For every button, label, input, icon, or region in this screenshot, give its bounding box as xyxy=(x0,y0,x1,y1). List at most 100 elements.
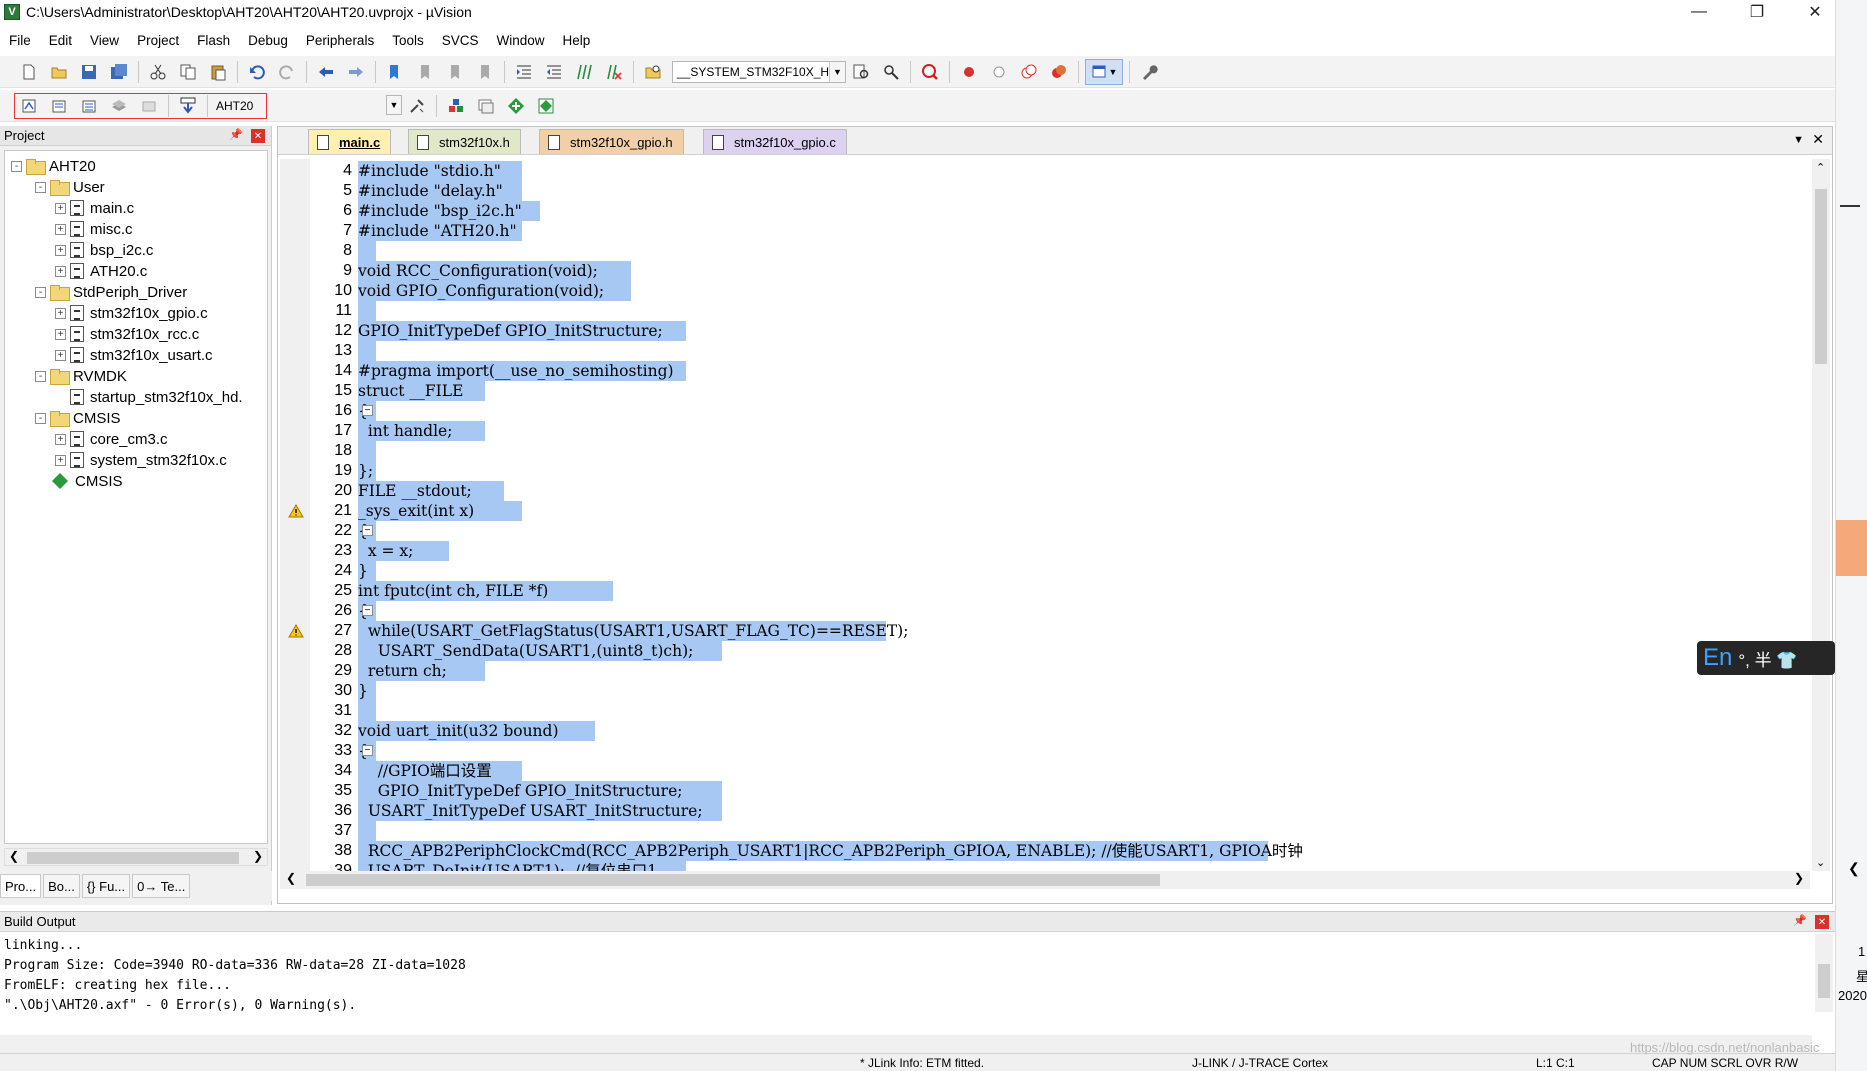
copy-icon[interactable] xyxy=(175,59,201,85)
collapse-icon[interactable]: - xyxy=(11,160,22,172)
tree-folder-stdperiph[interactable]: - StdPeriph_Driver xyxy=(35,281,187,303)
scroll-down-icon[interactable]: ⌄ xyxy=(1816,856,1825,869)
code-line[interactable]: RCC_APB2PeriphClockCmd(RCC_APB2Periph_US… xyxy=(358,841,1303,861)
expand-icon[interactable]: + xyxy=(55,307,66,319)
tree-file-system[interactable]: + system_stm32f10x.c xyxy=(55,449,227,471)
menu-svcs[interactable]: SVCS xyxy=(433,33,488,48)
debug-session-icon[interactable] xyxy=(917,59,943,85)
save-all-icon[interactable] xyxy=(106,59,132,85)
menu-view[interactable]: View xyxy=(81,33,128,48)
menu-project[interactable]: Project xyxy=(128,33,188,48)
menu-peripherals[interactable]: Peripherals xyxy=(297,33,383,48)
code-line[interactable]: return ch; xyxy=(358,661,486,681)
editor-horizontal-scrollbar[interactable]: ❮ ❯ xyxy=(280,871,1810,889)
tree-file-rcc-c[interactable]: + stm32f10x_rcc.c xyxy=(55,323,199,345)
configure-wrench-icon[interactable] xyxy=(1136,59,1162,85)
manage-project-items-icon[interactable] xyxy=(443,93,469,119)
open-folder-icon[interactable] xyxy=(46,59,72,85)
chevron-left-icon[interactable]: ❮ xyxy=(1848,860,1860,877)
cut-icon[interactable] xyxy=(145,59,171,85)
menu-file[interactable]: File xyxy=(0,33,40,48)
code-line[interactable]: USART_SendData(USART1,(uint8_t)ch); xyxy=(358,641,722,661)
indent-icon[interactable] xyxy=(511,59,537,85)
disable-breakpoint-icon[interactable] xyxy=(986,59,1012,85)
expand-icon[interactable]: + xyxy=(55,202,66,214)
code-line[interactable]: } xyxy=(358,561,377,581)
code-line[interactable]: //GPIO端口设置 xyxy=(358,761,522,781)
navigate-back-icon[interactable] xyxy=(313,59,339,85)
breakpoint-icon[interactable] xyxy=(956,59,982,85)
ime-language[interactable]: En xyxy=(1703,644,1732,672)
tree-folder-user[interactable]: - User xyxy=(35,176,105,198)
code-line[interactable]: #include "ATH20.h" xyxy=(358,221,522,241)
prev-bookmark-icon[interactable] xyxy=(412,59,438,85)
tree-file-usart-c[interactable]: + stm32f10x_usart.c xyxy=(55,344,213,366)
collapse-icon[interactable]: - xyxy=(35,370,46,382)
code-line[interactable] xyxy=(358,241,377,261)
ime-toolbar[interactable]: En °, 半 👕 xyxy=(1697,641,1835,675)
tree-folder-rvmdk[interactable]: - RVMDK xyxy=(35,365,127,387)
editor-vertical-scrollbar[interactable]: ⌃ ⌄ xyxy=(1812,159,1830,871)
new-file-icon[interactable] xyxy=(16,59,42,85)
scroll-right-icon[interactable]: ❯ xyxy=(253,849,263,863)
restore-button[interactable]: ❐ xyxy=(1728,0,1786,24)
menu-help[interactable]: Help xyxy=(554,33,600,48)
paste-icon[interactable] xyxy=(205,59,231,85)
window-layout-icon[interactable]: ▼ xyxy=(1085,58,1123,85)
fold-collapse-icon[interactable]: − xyxy=(362,745,373,756)
code-line[interactable] xyxy=(358,701,377,721)
select-packs-icon[interactable] xyxy=(473,93,499,119)
tab-stm32f10x-gpio-h[interactable]: stm32f10x_gpio.h xyxy=(539,129,684,154)
build-vertical-scrollbar[interactable] xyxy=(1815,934,1833,1012)
next-bookmark-icon[interactable] xyxy=(442,59,468,85)
target-options-icon[interactable] xyxy=(404,93,430,119)
scroll-left-icon[interactable]: ❮ xyxy=(9,849,19,863)
code-area[interactable]: #include "stdio.h" #include "delay.h" #inc… xyxy=(358,159,1798,871)
collapse-icon[interactable]: - xyxy=(35,412,46,424)
code-line[interactable]: GPIO_InitTypeDef GPIO_InitStructure; xyxy=(358,321,686,341)
code-line[interactable]: FILE __stdout; xyxy=(358,481,504,501)
code-line[interactable]: #pragma import(__use_no_semihosting) xyxy=(358,361,686,381)
tree-folder-cmsis[interactable]: - CMSIS xyxy=(35,407,121,429)
menu-window[interactable]: Window xyxy=(487,33,553,48)
uncomment-icon[interactable] xyxy=(601,59,627,85)
tab-stm32f10x-gpio-c[interactable]: stm32f10x_gpio.c xyxy=(703,129,847,154)
expand-icon[interactable]: + xyxy=(55,265,66,277)
menu-tools[interactable]: Tools xyxy=(383,33,433,48)
tab-project[interactable]: Pro... xyxy=(0,874,42,898)
pin-icon[interactable]: 📌 xyxy=(229,128,243,141)
tree-component-cmsis[interactable]: CMSIS xyxy=(51,470,123,492)
expand-icon[interactable]: + xyxy=(55,433,66,445)
fold-collapse-icon[interactable]: − xyxy=(362,605,373,616)
tab-main-c[interactable]: main.c xyxy=(308,129,392,154)
manage-rte-icon[interactable] xyxy=(503,93,529,119)
code-line[interactable]: void GPIO_Configuration(void); xyxy=(358,281,631,301)
code-line[interactable]: #include "bsp_i2c.h" xyxy=(358,201,540,221)
tree-file-bsp-i2c-c[interactable]: + bsp_i2c.c xyxy=(55,239,153,261)
tree-horizontal-scrollbar[interactable]: ❮ ❯ xyxy=(4,848,268,866)
code-line[interactable]: x = x; xyxy=(358,541,449,561)
expand-icon[interactable]: + xyxy=(55,244,66,256)
tree-file-ath20-c[interactable]: + ATH20.c xyxy=(55,260,147,282)
code-line[interactable]: #include "delay.h" xyxy=(358,181,522,201)
close-editor-icon[interactable]: ✕ xyxy=(1812,131,1824,148)
scroll-thumb[interactable] xyxy=(1815,189,1827,364)
expand-icon[interactable]: + xyxy=(55,454,66,466)
tab-functions[interactable]: {} Fu... xyxy=(81,874,131,898)
code-line[interactable] xyxy=(358,441,377,461)
code-line[interactable]: }; xyxy=(358,461,377,481)
comment-icon[interactable] xyxy=(571,59,597,85)
menu-flash[interactable]: Flash xyxy=(188,33,239,48)
code-line[interactable]: } xyxy=(358,681,377,701)
close-icon[interactable]: ✕ xyxy=(1815,915,1829,929)
collapse-icon[interactable]: - xyxy=(35,286,46,298)
bookmark-icon[interactable] xyxy=(382,59,408,85)
menu-edit[interactable]: Edit xyxy=(40,33,81,48)
pack-installer-icon[interactable] xyxy=(533,93,559,119)
scroll-thumb[interactable] xyxy=(27,852,239,864)
tree-file-core-cm3[interactable]: + core_cm3.c xyxy=(55,428,168,450)
expand-icon[interactable]: + xyxy=(55,328,66,340)
find-combo[interactable]: __SYSTEM_STM32F10X_H ▼ xyxy=(672,60,846,83)
tree-file-startup[interactable]: startup_stm32f10x_hd. xyxy=(70,386,243,408)
find-in-files-icon[interactable] xyxy=(640,59,666,85)
